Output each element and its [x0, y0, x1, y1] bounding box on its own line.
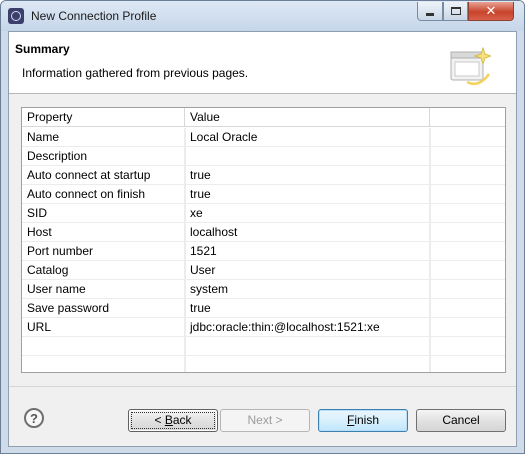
- table-row[interactable]: Auto connect at startup true: [22, 166, 505, 185]
- column-header-property[interactable]: Property: [22, 108, 185, 127]
- help-button[interactable]: ?: [24, 408, 44, 428]
- value-cell: jdbc:oracle:thin:@localhost:1521:xe: [185, 318, 430, 337]
- property-cell: [22, 337, 185, 356]
- new-connection-wizard-icon: [450, 46, 491, 85]
- property-cell: Auto connect on finish: [22, 185, 185, 204]
- dialog-window: New Connection Profile ✕ Summary Informa…: [0, 0, 525, 454]
- property-cell: Description: [22, 147, 185, 166]
- value-cell: system: [185, 280, 430, 299]
- wizard-banner: Summary Information gathered from previo…: [9, 32, 516, 94]
- property-cell: User name: [22, 280, 185, 299]
- back-prefix: <: [154, 413, 165, 427]
- table-row[interactable]: Save password true: [22, 299, 505, 318]
- back-button[interactable]: < Back: [128, 409, 218, 432]
- minimize-icon: [426, 12, 434, 16]
- table-row[interactable]: [22, 337, 505, 356]
- value-cell: true: [185, 166, 430, 185]
- value-cell: [185, 337, 430, 356]
- next-button[interactable]: Next >: [220, 409, 310, 432]
- page-title: Summary: [15, 42, 70, 56]
- value-cell: Local Oracle: [185, 128, 430, 147]
- table-row[interactable]: Port number 1521: [22, 242, 505, 261]
- property-cell: URL: [22, 318, 185, 337]
- column-header-empty[interactable]: [430, 108, 505, 127]
- table-row[interactable]: Host localhost: [22, 223, 505, 242]
- property-cell: Catalog: [22, 261, 185, 280]
- back-label-rest: ack: [172, 413, 192, 427]
- finish-button[interactable]: Finish: [318, 409, 408, 432]
- property-cell: Port number: [22, 242, 185, 261]
- minimize-button[interactable]: [417, 2, 443, 21]
- help-icon: ?: [30, 410, 38, 426]
- value-cell: true: [185, 299, 430, 318]
- table-row[interactable]: Name Local Oracle: [22, 128, 505, 147]
- cancel-label: Cancel: [442, 413, 480, 427]
- next-label: Next >: [247, 413, 283, 427]
- page-description: Information gathered from previous pages…: [22, 66, 249, 80]
- column-header-value[interactable]: Value: [185, 108, 430, 127]
- cancel-button[interactable]: Cancel: [416, 409, 506, 432]
- app-icon: [8, 8, 24, 24]
- value-cell: true: [185, 185, 430, 204]
- value-cell: xe: [185, 204, 430, 223]
- table-row[interactable]: Auto connect on finish true: [22, 185, 505, 204]
- table-row[interactable]: SID xe: [22, 204, 505, 223]
- close-icon: ✕: [485, 3, 497, 18]
- value-cell: [185, 147, 430, 166]
- title-bar[interactable]: New Connection Profile ✕: [1, 1, 524, 31]
- close-button[interactable]: ✕: [468, 2, 514, 21]
- table-header: Property Value: [22, 108, 505, 127]
- value-cell: 1521: [185, 242, 430, 261]
- value-cell: User: [185, 261, 430, 280]
- property-cell: Host: [22, 223, 185, 242]
- property-cell: Save password: [22, 299, 185, 318]
- property-cell: Auto connect at startup: [22, 166, 185, 185]
- finish-label-rest: inish: [354, 413, 380, 427]
- property-cell: SID: [22, 204, 185, 223]
- summary-content: Property Value Name Local Oracle Descripti…: [9, 95, 516, 385]
- property-cell: Name: [22, 128, 185, 147]
- value-cell: [185, 356, 430, 372]
- maximize-icon: [450, 7, 461, 15]
- summary-table[interactable]: Property Value Name Local Oracle Descripti…: [21, 107, 506, 373]
- footer-separator: [9, 386, 516, 387]
- table-row[interactable]: Catalog User: [22, 261, 505, 280]
- table-body: Name Local Oracle Description Auto connect …: [22, 128, 505, 372]
- dialog-client: Summary Information gathered from previo…: [8, 31, 517, 447]
- value-cell: localhost: [185, 223, 430, 242]
- table-row[interactable]: [22, 356, 505, 372]
- table-row[interactable]: User name system: [22, 280, 505, 299]
- back-mnemonic: B: [164, 413, 173, 427]
- window-title: New Connection Profile: [31, 9, 157, 23]
- table-row[interactable]: Description: [22, 147, 505, 166]
- table-row[interactable]: URL jdbc:oracle:thin:@localhost:1521:xe: [22, 318, 505, 337]
- maximize-button[interactable]: [443, 2, 468, 21]
- property-cell: [22, 356, 185, 372]
